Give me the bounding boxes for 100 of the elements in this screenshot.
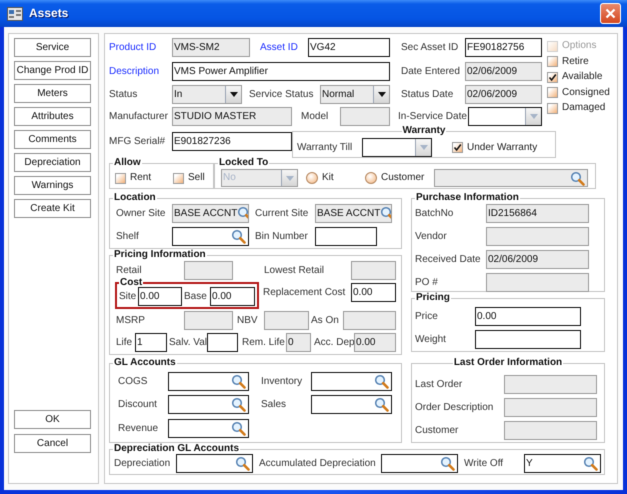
text-field[interactable] [504,398,597,417]
checkbox-label: Damaged [562,102,606,114]
checkbox[interactable] [173,172,184,184]
field-label: Vendor [415,230,448,242]
text-field[interactable] [475,330,581,349]
text-field[interactable]: 0.00 [351,283,396,302]
text-field[interactable] [486,227,589,246]
checkbox[interactable] [547,87,558,98]
lookup-field[interactable] [168,372,249,391]
text-field[interactable]: 0.00 [475,307,581,326]
text-field[interactable]: 0 [286,333,311,352]
side-button[interactable]: Warnings [14,176,91,195]
field-label: Price [415,310,439,322]
side-button[interactable]: Create Kit [14,199,91,218]
search-icon[interactable] [440,456,455,471]
dropdown-button[interactable] [373,86,389,103]
search-icon[interactable] [570,170,585,186]
search-icon[interactable] [231,421,246,436]
text-field[interactable]: STUDIO MASTER [172,107,292,126]
text-field[interactable]: FE90182756 [465,38,542,57]
text-field[interactable]: 02/06/2009 [465,85,542,104]
dropdown-button[interactable] [225,86,241,103]
text-field[interactable] [315,227,377,246]
text-field[interactable]: E901827236 [172,132,292,151]
side-button[interactable]: Attributes [14,107,91,126]
dropdown[interactable] [362,138,432,157]
field-label: Life [116,336,134,348]
lookup-field[interactable] [434,169,588,187]
text-field[interactable]: 02/06/2009 [465,62,542,81]
lookup-field[interactable] [381,454,458,473]
text-field[interactable] [340,107,390,126]
text-field[interactable] [184,261,233,280]
field-label: Lowest Retail [264,264,326,276]
text-field[interactable]: VMS Power Amplifier [172,62,390,81]
checkbox[interactable] [547,102,558,114]
search-icon[interactable] [374,397,389,412]
search-icon[interactable] [583,456,598,471]
dialog-button[interactable]: Cancel [14,434,91,453]
search-icon[interactable] [380,206,391,221]
side-button[interactable]: Meters [14,84,91,103]
lookup-field[interactable] [172,227,249,246]
dropdown[interactable] [468,107,542,126]
field-label: NBV [237,314,259,326]
text-field[interactable] [351,261,396,280]
text-field[interactable]: VMS-SM2 [172,38,250,57]
side-button[interactable]: Service [14,38,91,57]
search-icon[interactable] [235,456,250,471]
dialog-button[interactable]: OK [14,410,91,429]
lookup-field[interactable]: Y [524,454,601,473]
side-button[interactable]: Change Prod ID [14,61,91,80]
radio-button[interactable] [365,172,377,184]
search-icon[interactable] [374,374,389,389]
text-field[interactable] [504,421,597,440]
lookup-field[interactable] [176,454,253,473]
text-field[interactable] [184,311,233,330]
dropdown[interactable]: Normal [320,85,390,104]
field-label: Shelf [116,230,140,242]
text-field[interactable]: VG42 [308,38,390,57]
text-field[interactable]: 02/06/2009 [486,250,589,269]
search-icon[interactable] [231,229,246,244]
field-label: Warranty Till [297,142,354,154]
checkbox-label: Available [562,71,602,84]
checkbox[interactable] [452,142,463,153]
text-field[interactable]: 0.00 [138,287,182,306]
checkbox[interactable] [547,72,558,83]
text-field[interactable]: 0.00 [354,333,396,352]
text-field[interactable] [207,333,238,352]
lookup-field[interactable] [311,372,392,391]
text-field[interactable] [343,311,396,330]
side-button[interactable]: Depreciation [14,153,91,172]
text-field[interactable] [264,311,309,330]
checkbox-label: Options [562,40,596,52]
field-label: Replacement Cost [263,286,346,298]
text-field[interactable] [486,273,589,292]
lookup-field[interactable] [168,395,249,414]
window-title: Assets [29,6,68,21]
lookup-field[interactable]: BASE ACCNT [172,204,249,223]
field-label: Write Off [464,458,504,470]
group-title: Last Order Information [452,357,564,369]
dropdown[interactable]: In [172,85,242,104]
search-icon[interactable] [237,206,248,221]
radio-button[interactable] [306,172,318,184]
checkbox[interactable] [547,56,558,68]
text-field[interactable] [504,375,597,394]
text-field[interactable]: ID2156864 [486,204,589,223]
text-field[interactable]: 0.00 [210,287,255,306]
field-label: Bin Number [255,230,309,242]
group-title: Locked To [218,157,270,169]
search-icon[interactable] [231,397,246,412]
lookup-field[interactable] [311,395,392,414]
group-title: Pricing Information [113,249,207,261]
side-button[interactable]: Comments [14,130,91,149]
close-button[interactable] [600,3,621,24]
text-field[interactable]: 1 [135,333,167,352]
group-title: Allow [113,157,142,169]
lookup-field[interactable]: BASE ACCNT [315,204,392,223]
field-label: Manufacturer [109,110,169,122]
checkbox[interactable] [115,172,126,184]
lookup-field[interactable] [168,419,249,438]
search-icon[interactable] [231,374,246,389]
